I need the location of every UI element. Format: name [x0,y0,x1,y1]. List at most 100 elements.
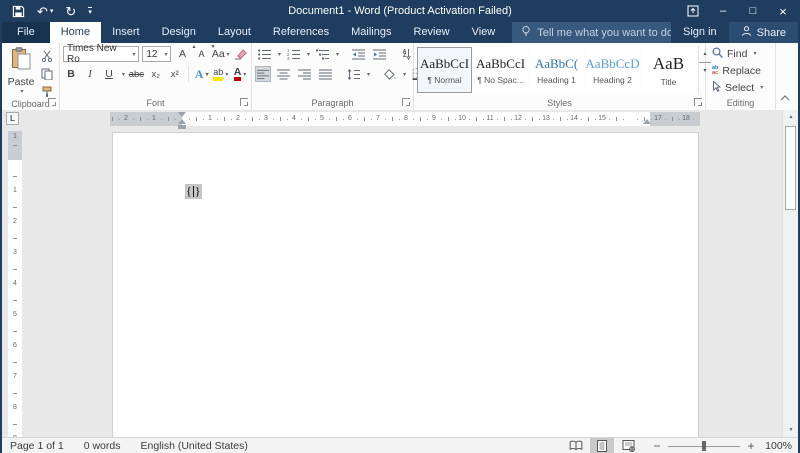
font-size-combo[interactable]: 12 ▾ [142,46,171,62]
style-no-spac[interactable]: AaBbCcI¶ No Spac... [473,47,528,93]
minimize-button[interactable]: – [708,0,738,22]
font-name-combo[interactable]: Times New Ro ▾ [63,46,139,62]
shrink-font-button[interactable]: A▾ [193,46,209,62]
tab-layout[interactable]: Layout [207,22,262,43]
line-spacing-button[interactable] [344,66,362,82]
style-heading-2[interactable]: AaBbCcDHeading 2 [585,47,640,93]
styles-dialog-launcher[interactable] [694,98,702,106]
superscript-button[interactable]: x² [167,66,183,82]
shading-button[interactable] [380,66,398,82]
italic-button[interactable]: I [82,66,98,82]
font-dialog-launcher[interactable] [240,98,248,106]
cut-icon[interactable] [39,49,54,62]
word-count[interactable]: 0 words [84,440,121,452]
ribbon-end-spacer [776,43,798,110]
customize-qat-button[interactable]: ▾ [88,7,92,16]
tab-insert[interactable]: Insert [101,22,151,43]
subscript-button[interactable]: x₂ [148,66,164,82]
print-layout-icon[interactable] [590,438,614,453]
scrollbar-thumb[interactable] [785,126,796,210]
bullets-icon[interactable] [255,46,273,62]
zoom-in-button[interactable]: + [746,439,756,453]
select-button[interactable]: Select▾ [712,80,772,95]
clear-formatting-icon[interactable] [232,46,248,62]
undo-button[interactable]: ↶▾ [37,5,53,18]
zoom-level[interactable]: 100% [762,440,792,452]
scroll-down-icon[interactable]: ▼ [783,423,798,437]
read-mode-icon[interactable] [564,438,588,453]
grow-font-button[interactable]: A▴ [174,46,190,62]
justify-button[interactable] [316,66,334,82]
field-code[interactable]: {} [185,184,202,199]
underline-button[interactable]: U [101,66,117,82]
font-name-value: Times New Ro [67,43,128,65]
vertical-scrollbar[interactable]: ▲ ▼ [782,110,798,437]
right-indent-marker[interactable] [643,119,651,124]
tab-file[interactable]: File [2,22,50,43]
font-group-label: Font [146,98,164,108]
tab-references[interactable]: References [262,22,340,43]
align-left-button[interactable] [255,66,271,82]
undo-caret-icon[interactable]: ▾ [50,8,54,15]
ribbon-display-options-icon[interactable] [678,0,708,22]
text-effects-button[interactable]: A▾ [194,66,210,82]
copy-icon[interactable] [39,67,54,80]
first-line-indent-marker[interactable] [178,112,186,117]
numbering-icon[interactable]: 123 [284,46,302,62]
style-heading-1[interactable]: AaBbC(Heading 1 [529,47,584,93]
clipboard-small-buttons [39,46,54,98]
close-button[interactable]: × [768,0,798,22]
zoom-slider-thumb[interactable] [702,441,706,451]
tab-design[interactable]: Design [151,22,207,43]
left-indent-marker[interactable] [178,125,186,129]
multilevel-list-icon[interactable] [313,46,331,62]
strikethrough-button[interactable]: abc [128,66,145,82]
font-size-value: 12 [146,49,157,60]
paragraph-dialog-launcher[interactable] [402,98,410,106]
language-indicator[interactable]: English (United States) [140,440,247,452]
tell-me-box[interactable]: Tell me what you want to do... [512,22,671,43]
clipboard-dialog-launcher[interactable] [48,98,56,106]
collapse-ribbon-icon[interactable] [780,92,790,104]
tab-selector-button[interactable]: L [6,112,19,125]
share-button[interactable]: Share [729,22,798,43]
change-case-button[interactable]: Aa▾ [212,46,229,62]
font-color-button[interactable]: A▾ [232,66,248,82]
paste-caret-icon[interactable]: ▾ [20,88,23,95]
tab-home[interactable]: Home [50,22,101,43]
align-center-button[interactable] [274,66,292,82]
zoom-out-button[interactable]: − [652,439,662,453]
highlight-color-button[interactable]: ab▾ [213,66,229,82]
vertical-ruler[interactable]: 1123456789 [8,131,22,437]
vertical-ruler-active-area [8,160,22,437]
scroll-up-icon[interactable]: ▲ [783,110,798,124]
bold-button[interactable]: B [63,66,79,82]
style-title[interactable]: AaBTitle [641,47,696,93]
web-layout-icon[interactable] [616,438,640,453]
document-page[interactable]: {} [112,132,699,437]
maximize-button[interactable]: □ [738,0,768,22]
paste-button[interactable]: Paste ▾ [5,46,37,98]
zoom-controls: − + 100% [652,439,792,453]
tab-review[interactable]: Review [403,22,461,43]
tab-view[interactable]: View [461,22,507,43]
underline-caret-icon[interactable]: ▾ [122,71,125,78]
page-count[interactable]: Page 1 of 1 [10,440,64,452]
horizontal-ruler[interactable]: 211234567891011121314151718 [110,112,700,126]
align-right-button[interactable] [295,66,313,82]
zoom-slider[interactable] [668,440,740,452]
redo-button[interactable]: ↻ [65,5,76,18]
format-painter-icon[interactable] [39,85,54,98]
text-cursor [193,186,194,197]
find-button[interactable]: Find▾ [712,46,772,61]
hanging-indent-marker[interactable] [178,119,186,124]
increase-indent-icon[interactable] [370,46,388,62]
style-normal[interactable]: AaBbCcI¶ Normal [417,47,472,93]
tab-mailings[interactable]: Mailings [340,22,402,43]
paragraph-group-label: Paragraph [311,98,353,108]
tell-me-label: Tell me what you want to do... [537,27,671,39]
replace-button[interactable]: abac Replace [712,63,772,78]
save-icon[interactable] [12,5,25,18]
decrease-indent-icon[interactable] [349,46,367,62]
sign-in-button[interactable]: Sign in [671,22,729,43]
